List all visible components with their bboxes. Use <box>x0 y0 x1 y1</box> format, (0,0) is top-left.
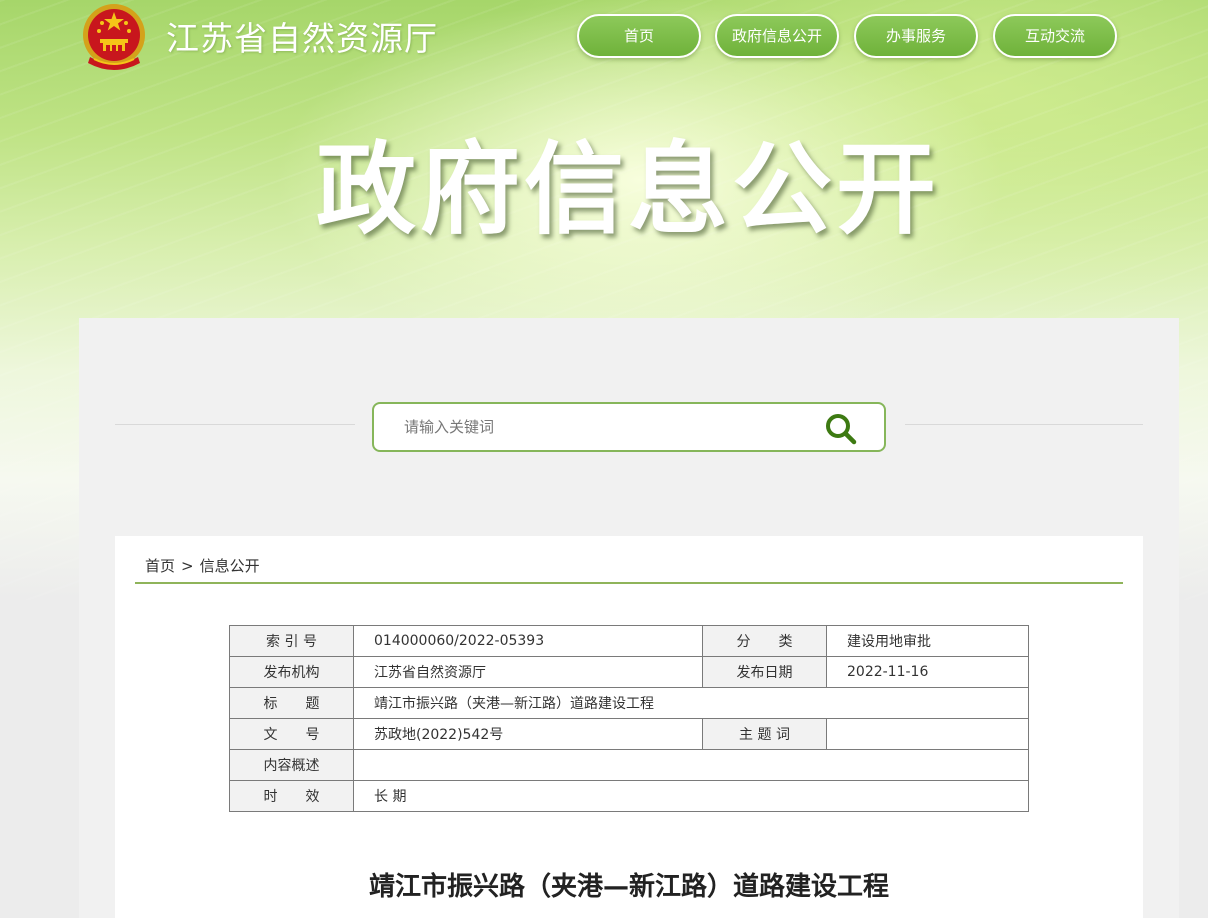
table-row: 时 效 长 期 <box>229 780 1029 812</box>
nav-home-button[interactable]: 首页 <box>577 14 701 58</box>
table-row: 标 题 靖江市振兴路（夹港—新江路）道路建设工程 <box>229 687 1029 719</box>
keywords-label: 主 题 词 <box>702 718 827 750</box>
keywords-value <box>826 718 1029 750</box>
breadcrumb-separator: > <box>181 557 194 575</box>
date-value: 2022-11-16 <box>826 656 1029 688</box>
document-metadata-table: 索 引 号 014000060/2022-05393 分 类 建设用地审批 发布… <box>229 625 1029 812</box>
title-value: 靖江市振兴路（夹港—新江路）道路建设工程 <box>353 687 1029 719</box>
breadcrumb-divider <box>135 582 1123 584</box>
breadcrumb: 首页 > 信息公开 <box>145 555 260 576</box>
breadcrumb-current[interactable]: 信息公开 <box>200 557 260 575</box>
category-value: 建设用地审批 <box>826 625 1029 657</box>
date-label: 发布日期 <box>702 656 827 688</box>
docno-label: 文 号 <box>229 718 354 750</box>
validity-label: 时 效 <box>229 780 354 812</box>
breadcrumb-home-link[interactable]: 首页 <box>145 557 175 575</box>
nav-services-button[interactable]: 办事服务 <box>854 14 978 58</box>
table-row: 索 引 号 014000060/2022-05393 分 类 建设用地审批 <box>229 625 1029 657</box>
docno-value: 苏政地(2022)542号 <box>353 718 703 750</box>
table-row: 内容概述 <box>229 749 1029 781</box>
document-title: 靖江市振兴路（夹港—新江路）道路建设工程 <box>368 872 889 902</box>
search-divider-right <box>905 424 1143 425</box>
publisher-value: 江苏省自然资源厅 <box>353 656 703 688</box>
publisher-label: 发布机构 <box>229 656 354 688</box>
site-name[interactable]: 江苏省自然资源厅 <box>166 12 438 60</box>
index-value: 014000060/2022-05393 <box>353 625 703 657</box>
table-row: 发布机构 江苏省自然资源厅 发布日期 2022-11-16 <box>229 656 1029 688</box>
nav-gov-info-button[interactable]: 政府信息公开 <box>715 14 839 58</box>
banner-title: 政府信息公开 <box>316 131 940 248</box>
national-emblem-icon <box>83 4 145 70</box>
index-label: 索 引 号 <box>229 625 354 657</box>
table-row: 文 号 苏政地(2022)542号 主 题 词 <box>229 718 1029 750</box>
summary-value <box>353 749 1029 781</box>
validity-value: 长 期 <box>353 780 1029 812</box>
category-label: 分 类 <box>702 625 827 657</box>
search-divider-left <box>115 424 355 425</box>
summary-label: 内容概述 <box>229 749 354 781</box>
search-icon[interactable] <box>824 412 858 446</box>
search-box <box>372 402 886 452</box>
search-input[interactable] <box>404 404 804 450</box>
nav-interaction-button[interactable]: 互动交流 <box>993 14 1117 58</box>
title-label: 标 题 <box>229 687 354 719</box>
